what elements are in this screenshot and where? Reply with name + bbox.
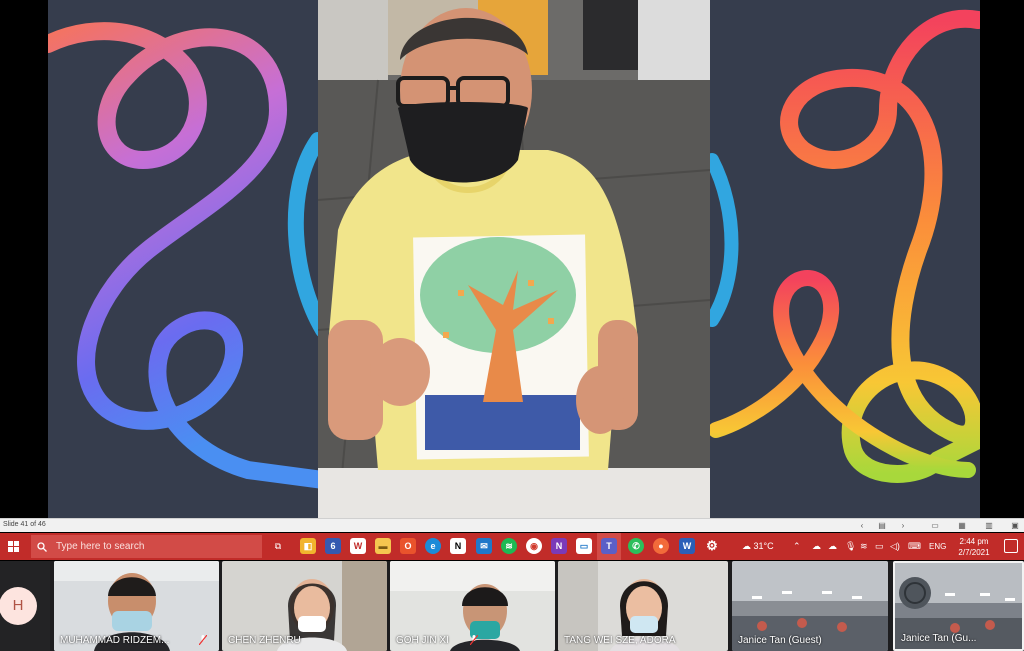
language-indicator[interactable]: ENG <box>929 542 946 551</box>
slideshow-icon[interactable]: ▣ <box>1010 521 1020 530</box>
participant-tile-avatar[interactable]: H <box>0 561 50 651</box>
folder-icon[interactable]: ▬ <box>375 538 391 554</box>
mail-icon[interactable]: ✉ <box>476 538 492 554</box>
edge-icon[interactable]: e <box>425 538 441 554</box>
wifi-icon[interactable]: ≋ <box>860 541 868 552</box>
participant-name: GOH JIN XI <box>396 635 449 646</box>
muted-mic-icon <box>199 635 207 645</box>
slide-sorter-icon[interactable]: ▦ <box>957 521 967 530</box>
task-view-icon[interactable]: ⧉ <box>270 538 286 554</box>
start-button[interactable] <box>0 533 28 560</box>
normal-view-icon[interactable]: ▭ <box>930 521 940 530</box>
battery-icon[interactable]: ▭ <box>875 541 884 552</box>
settings-icon[interactable]: ⚙ <box>704 538 720 554</box>
windows-taskbar: Type here to search ⧉ ◧ 6 W ▬ O e N ✉ ≋ … <box>0 533 1024 560</box>
onenote-icon[interactable]: N <box>551 538 567 554</box>
search-icon <box>37 541 47 552</box>
slide-counter: Slide 41 of 46 <box>3 521 46 528</box>
reading-view-icon[interactable]: ▥ <box>984 521 994 530</box>
right-ribbon-cyan <box>705 153 739 327</box>
chrome-icon[interactable]: ◉ <box>526 538 542 554</box>
notification-center-icon[interactable] <box>1004 539 1018 553</box>
participant-tile[interactable]: CHEN ZHENRU <box>222 561 387 651</box>
participant-name: Janice Tan (Guest) <box>738 635 822 646</box>
keyboard-icon[interactable]: ⌨ <box>908 541 921 552</box>
presentation-status-bar: Slide 41 of 46 ‹ ▤ › ▭ ▦ ▥ ▣ <box>0 518 1024 532</box>
taskbar-clock[interactable]: 2:44 pm 2/7/2021 <box>956 536 992 558</box>
taskbar-search-box[interactable]: Type here to search <box>31 535 262 558</box>
microphone-icon[interactable]: 🎙 <box>845 541 856 552</box>
store-icon[interactable]: ◧ <box>300 538 316 554</box>
next-slide-icon[interactable]: › <box>898 521 908 530</box>
weather-widget[interactable]: ☁ 31°C <box>742 541 774 552</box>
search-placeholder: Type here to search <box>56 541 145 552</box>
teams-icon[interactable]: T <box>601 538 617 554</box>
cloud-icon[interactable]: ☁ <box>828 541 837 552</box>
w-app-icon[interactable]: W <box>350 538 366 554</box>
speaker-video <box>318 0 710 518</box>
participant-initial: H <box>0 587 37 625</box>
clock-date: 2/7/2021 <box>958 548 990 557</box>
participant-tile[interactable]: TANG WEI SZE, ADORA <box>558 561 728 651</box>
clock-time: 2:44 pm <box>959 537 989 546</box>
participant-tile[interactable]: Janice Tan (Guest) <box>732 561 888 651</box>
volume-icon[interactable]: ◁) <box>890 541 900 552</box>
muted-mic-icon <box>470 635 478 645</box>
participant-name: TANG WEI SZE, ADORA <box>564 635 676 646</box>
notion-icon[interactable]: N <box>450 538 466 554</box>
app-6-icon[interactable]: 6 <box>325 538 341 554</box>
windows-logo-icon <box>8 541 19 552</box>
slide-view-icon[interactable]: ▤ <box>877 521 887 530</box>
onedrive-icon[interactable]: ☁ <box>812 541 821 552</box>
participant-tile[interactable]: GOH JIN XI <box>390 561 555 651</box>
tray-expand-icon[interactable]: ⌃ <box>793 541 801 552</box>
app-orange-icon[interactable]: ● <box>653 538 669 554</box>
participant-strip: H MUHAMMAD RIDZEM... CHEN ZHENRU GOH JIN… <box>0 561 1024 651</box>
speaker-video-frame <box>318 0 710 518</box>
spotify-icon[interactable]: ≋ <box>501 538 517 554</box>
right-ribbon <box>780 9 980 483</box>
participant-name: Janice Tan (Gu... <box>901 633 977 644</box>
calendar-icon[interactable]: ▭ <box>576 538 592 554</box>
whatsapp-icon[interactable]: ✆ <box>628 538 644 554</box>
left-ribbon <box>48 22 332 489</box>
office-icon[interactable]: O <box>400 538 416 554</box>
zoom-meeting-window: Slide 41 of 46 ‹ ▤ › ▭ ▦ ▥ ▣ Type here t… <box>0 0 1024 651</box>
previous-slide-icon[interactable]: ‹ <box>857 521 867 530</box>
participant-name: MUHAMMAD RIDZEM... <box>60 635 170 646</box>
participant-name: CHEN ZHENRU <box>228 635 301 646</box>
word-icon[interactable]: W <box>679 538 695 554</box>
weather-temp: 31°C <box>753 541 774 551</box>
participant-tile[interactable]: MUHAMMAD RIDZEM... <box>54 561 219 651</box>
participant-tile-active[interactable]: Janice Tan (Gu... <box>893 561 1024 651</box>
